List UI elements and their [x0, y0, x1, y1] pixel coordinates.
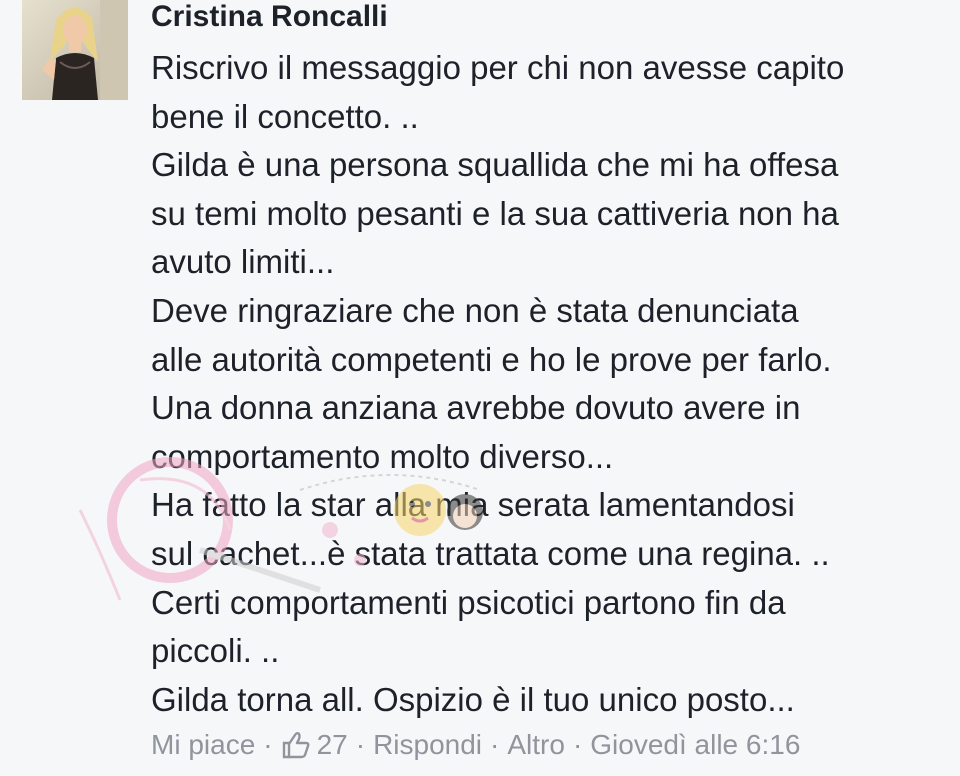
separator: ·: [355, 729, 366, 760]
more-link[interactable]: Altro: [507, 728, 565, 762]
comment-line: comportamento molto diverso...: [151, 437, 614, 475]
like-link[interactable]: Mi piace: [151, 728, 255, 762]
comment-line: Gilda è una persona squallida che mi ha …: [151, 146, 839, 184]
comment-actions: Mi piace · 27 · Rispondi · Altro · Giove…: [151, 728, 800, 762]
comment-line: Gilda torna all. Ospizio è il tuo unico …: [151, 680, 795, 718]
comment-line: Riscrivo il messaggio per chi non avesse…: [151, 49, 845, 86]
comment-line: su temi molto pesanti e la sua cattiveri…: [151, 194, 839, 232]
comment-line: Ha fatto la star alla mia serata lamenta…: [151, 486, 795, 524]
comment-text: Riscrivo il messaggio per chi non avesse…: [151, 44, 951, 724]
like-count-value: 27: [316, 729, 348, 760]
separator: ·: [490, 729, 500, 760]
comment-line: avuto limiti...: [151, 243, 335, 281]
comment-line: Certi comportamenti psicotici partono fi…: [151, 583, 786, 621]
comment-line: alle autorità competenti e ho le prove p…: [151, 340, 832, 378]
comment-line: Deve ringraziare che non è stata denunci…: [151, 291, 799, 329]
separator: ·: [263, 729, 273, 760]
timestamp[interactable]: Giovedì alle 6:16: [590, 728, 800, 762]
thumbs-up-icon: [282, 732, 310, 759]
comment-line: bene il concetto. ..: [151, 97, 419, 135]
avatar[interactable]: [22, 0, 128, 100]
comment-line: sul cachet...è stata trattata come una r…: [151, 534, 830, 572]
comment-line: piccoli. ..: [151, 632, 280, 670]
reply-link[interactable]: Rispondi: [373, 728, 482, 762]
separator: ·: [572, 729, 583, 760]
author-name[interactable]: Cristina Roncalli: [151, 0, 388, 34]
like-count[interactable]: 27: [281, 728, 348, 762]
comment-line: Una donna anziana avrebbe dovuto avere i…: [151, 389, 801, 427]
